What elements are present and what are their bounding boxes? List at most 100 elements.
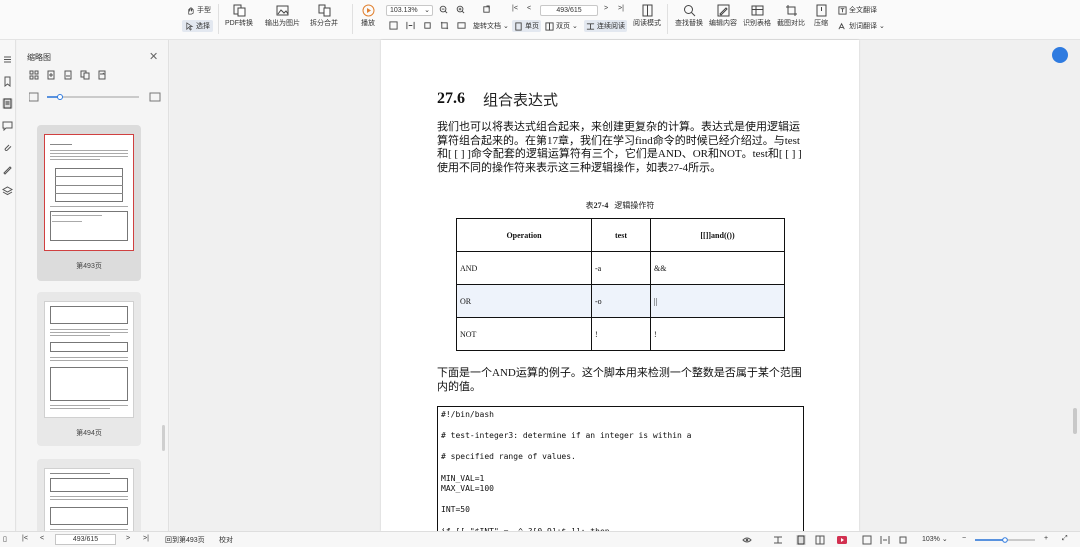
split-merge-button[interactable]: 拆分合并: [310, 4, 338, 28]
zoom-level[interactable]: 103% ⌄: [922, 535, 948, 543]
document-view: 27.6 组合表达式 我们也可以将表达式组合起来，来创建更复杂的计算。表达式是使…: [170, 40, 1080, 531]
screenshot-compare-label: 截图对比: [777, 20, 805, 27]
full-translate-label: 全文翻译: [849, 7, 877, 14]
eye-icon[interactable]: [742, 535, 752, 545]
zoom-out-button[interactable]: −: [962, 535, 966, 542]
next-page-button[interactable]: >: [126, 535, 130, 542]
extract-page-icon[interactable]: [63, 70, 73, 80]
next-page-button[interactable]: >: [604, 5, 608, 12]
continuous-read-button[interactable]: 连续阅读: [584, 20, 627, 32]
zoom-in-button[interactable]: [456, 5, 465, 14]
edit-icon: [717, 4, 729, 17]
table-header-cell: Operation: [456, 218, 592, 252]
thumbnail-size-slider[interactable]: [29, 92, 161, 102]
recognize-table-button[interactable]: 识别表格: [743, 4, 771, 28]
thumbnail-page-495[interactable]: [37, 459, 141, 531]
back-to-page-link[interactable]: 回到第493页: [165, 535, 205, 545]
document-scrollbar[interactable]: [1073, 408, 1077, 434]
read-mode-button[interactable]: 阅读模式: [633, 4, 661, 28]
page-number-input[interactable]: 493/615: [55, 534, 116, 545]
comment-icon[interactable]: [2, 120, 13, 132]
fit-page-icon[interactable]: [389, 21, 398, 30]
grid-view-icon[interactable]: [29, 70, 39, 80]
edit-content-label: 编辑内容: [709, 20, 737, 27]
thumbnail-page-494[interactable]: 第494页: [37, 292, 141, 446]
signature-icon[interactable]: [2, 164, 13, 175]
slideshow-icon[interactable]: [837, 535, 847, 545]
zoom-in-button[interactable]: +: [1044, 535, 1048, 542]
last-page-button[interactable]: >|: [143, 535, 149, 542]
bookmark-icon[interactable]: [2, 76, 13, 88]
insert-page-icon[interactable]: [46, 70, 56, 80]
replace-page-icon[interactable]: [97, 70, 107, 80]
double-page-view-icon[interactable]: [815, 535, 825, 545]
full-translate-button[interactable]: 全文翻译: [838, 5, 877, 15]
pdf-convert-label: PDF转换: [225, 20, 253, 27]
continuous-read-label: 连续阅读: [597, 23, 625, 30]
actual-size-icon[interactable]: [898, 535, 908, 545]
document-page: 27.6 组合表达式 我们也可以将表达式组合起来，来创建更复杂的计算。表达式是使…: [381, 40, 859, 531]
layers-icon[interactable]: [1, 186, 14, 197]
play-label: 播放: [361, 20, 375, 27]
first-page-button[interactable]: |<: [22, 535, 28, 542]
code-block: #!/bin/bash # test-integer3: determine i…: [437, 406, 804, 531]
proofread-button[interactable]: 校对: [219, 535, 233, 545]
play-icon: [362, 4, 374, 17]
table-cell: AND: [456, 251, 592, 285]
thumbnail-preview: [44, 301, 134, 418]
attachment-icon[interactable]: [2, 142, 13, 153]
hand-tool-button[interactable]: 手型: [186, 5, 211, 15]
screenshot-compare-button[interactable]: 截图对比: [777, 4, 805, 28]
prev-page-button[interactable]: <: [527, 5, 531, 12]
compress-label: 压缩: [814, 20, 828, 27]
page-number-input[interactable]: 493/615: [540, 5, 598, 16]
rotate-doc-button[interactable]: 旋转文档 ⌄: [473, 21, 509, 31]
table-cell: -o: [591, 284, 651, 318]
word-translate-button[interactable]: 划词翻译 ⌄: [838, 21, 885, 31]
actual-size-icon[interactable]: [423, 21, 432, 30]
first-page-button[interactable]: |<: [512, 5, 518, 12]
prev-page-button[interactable]: <: [40, 535, 44, 542]
double-page-label: 双页: [556, 23, 570, 30]
rotate-view-button[interactable]: [482, 5, 491, 14]
thumbnail-scrollbar[interactable]: [162, 425, 165, 451]
double-page-button[interactable]: 双页 ⌄: [545, 21, 578, 31]
crop-icon[interactable]: [440, 21, 449, 30]
close-icon[interactable]: ✕: [149, 50, 158, 63]
fit-width-icon[interactable]: [880, 535, 890, 545]
code-line: MAX_VAL=100: [441, 484, 494, 494]
first-page-icon: |<: [512, 5, 518, 12]
compress-icon: [816, 4, 826, 17]
assistant-badge-icon[interactable]: [1052, 47, 1068, 63]
find-replace-button[interactable]: 查找替换: [675, 4, 703, 28]
last-page-button[interactable]: >|: [618, 5, 624, 12]
pdf-convert-button[interactable]: PDF转换: [225, 4, 253, 28]
single-page-view-icon[interactable]: [796, 535, 806, 545]
outline-icon[interactable]: [2, 54, 13, 65]
copy-page-icon[interactable]: [80, 70, 90, 80]
play-button[interactable]: 播放: [361, 4, 375, 28]
snapshot-icon[interactable]: [457, 21, 466, 30]
code-line: MIN_VAL=1: [441, 473, 485, 483]
zoom-out-button[interactable]: [439, 5, 448, 14]
compress-button[interactable]: 压缩: [814, 4, 828, 28]
sidebar-toggle-icon[interactable]: ▯: [3, 535, 7, 543]
find-replace-label: 查找替换: [675, 20, 703, 27]
continuous-view-icon[interactable]: [773, 535, 783, 545]
thumbnail-icon[interactable]: [2, 98, 13, 109]
fit-page-icon[interactable]: [862, 535, 872, 545]
single-page-button[interactable]: 单页: [512, 20, 541, 32]
zoom-slider[interactable]: [975, 537, 1035, 543]
select-tool-button[interactable]: 选择: [182, 20, 213, 32]
fullscreen-icon[interactable]: ⤢: [1062, 535, 1068, 543]
fit-width-icon[interactable]: [406, 21, 415, 30]
table-cell: ||: [650, 284, 785, 318]
zoom-select[interactable]: 103.13% ⌄: [386, 5, 433, 16]
chevron-down-icon: ⌄: [879, 23, 885, 30]
export-image-button[interactable]: 输出为图片: [265, 4, 300, 28]
edit-content-button[interactable]: 编辑内容: [709, 4, 737, 28]
thumbnail-page-493[interactable]: 第493页: [37, 125, 141, 281]
table-cell: -a: [591, 251, 651, 285]
